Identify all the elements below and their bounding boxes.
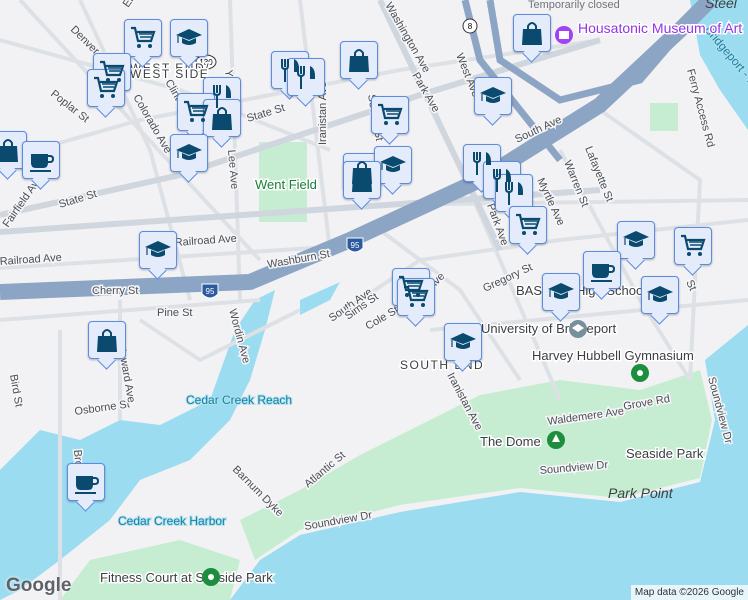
school-icon bbox=[145, 241, 171, 257]
svg-text:Elm St: Elm St bbox=[121, 0, 149, 10]
svg-text:State St: State St bbox=[245, 102, 286, 125]
school-label[interactable]: BASSICK High School bbox=[515, 282, 648, 300]
shopping-icon bbox=[212, 107, 232, 130]
restaurant-marker[interactable] bbox=[495, 174, 533, 212]
route-8-shield: 8 bbox=[462, 18, 478, 34]
grocery-marker[interactable] bbox=[674, 227, 712, 265]
went-field-label[interactable]: Went Field bbox=[254, 176, 319, 194]
school-icon bbox=[480, 87, 506, 103]
i95-shield: 95 bbox=[201, 283, 219, 299]
grocery-icon bbox=[131, 26, 156, 48]
school-icon bbox=[176, 29, 202, 45]
svg-text:8: 8 bbox=[468, 22, 473, 31]
svg-text:State St: State St bbox=[57, 188, 98, 211]
i95-shield: 95 bbox=[346, 237, 364, 253]
steel-label: Steel bbox=[705, 0, 738, 11]
svg-text:Pine St: Pine St bbox=[157, 307, 192, 319]
grocery-icon bbox=[378, 103, 403, 125]
shopping-marker[interactable] bbox=[88, 321, 126, 359]
grocery-icon bbox=[184, 100, 209, 122]
coffee-marker[interactable] bbox=[67, 463, 105, 501]
gym-icon[interactable] bbox=[631, 364, 649, 382]
seaside-park-label[interactable]: Seaside Park bbox=[625, 445, 706, 463]
svg-text:Railroad Ave: Railroad Ave bbox=[174, 233, 237, 249]
fitness-court-label[interactable]: Fitness Court at Seaside Park bbox=[99, 569, 275, 587]
tree-icon bbox=[547, 431, 565, 449]
restaurant-icon bbox=[505, 182, 523, 205]
svg-text:Poplar St: Poplar St bbox=[48, 88, 91, 125]
school-icon bbox=[380, 156, 406, 172]
svg-text:Barnum Dyke: Barnum Dyke bbox=[230, 464, 286, 520]
svg-text:95: 95 bbox=[351, 241, 360, 250]
coffee-marker[interactable] bbox=[583, 251, 621, 289]
svg-text:Cherry St: Cherry St bbox=[92, 285, 138, 297]
water-label: Cedar Creek Reach bbox=[186, 393, 292, 407]
shopping-marker[interactable] bbox=[513, 14, 551, 52]
water-label: Cedar Creek Harbor bbox=[118, 514, 226, 528]
svg-text:Ferry Access Rd: Ferry Access Rd bbox=[684, 68, 716, 149]
school-icon bbox=[450, 333, 476, 349]
svg-text:Lee Ave: Lee Ave bbox=[225, 149, 240, 189]
restaurant-marker[interactable] bbox=[287, 58, 325, 96]
grocery-marker[interactable] bbox=[371, 96, 409, 134]
museum-icon[interactable] bbox=[555, 26, 573, 44]
coffee-icon bbox=[30, 154, 55, 172]
svg-text:Bird St: Bird St bbox=[7, 373, 25, 408]
school-marker[interactable] bbox=[641, 276, 679, 314]
temporarily-closed-label: Temporarily closed bbox=[528, 0, 620, 11]
school-marker[interactable] bbox=[444, 323, 482, 361]
shopping-marker[interactable] bbox=[203, 99, 241, 137]
university-label[interactable]: University of Bridgeport bbox=[480, 320, 618, 338]
school-marker[interactable] bbox=[170, 19, 208, 57]
grocery-marker[interactable] bbox=[87, 69, 125, 107]
school-icon bbox=[176, 144, 202, 160]
school-marker[interactable] bbox=[542, 273, 580, 311]
map-attribution[interactable]: Map data ©2026 Google bbox=[630, 585, 748, 600]
university-icon[interactable] bbox=[569, 320, 587, 338]
svg-text:Osborne St: Osborne St bbox=[74, 398, 131, 418]
school-marker[interactable] bbox=[617, 221, 655, 259]
park-patch bbox=[650, 103, 678, 131]
grocery-icon bbox=[681, 234, 706, 256]
coffee-icon bbox=[591, 264, 616, 282]
coffee-marker[interactable] bbox=[22, 141, 60, 179]
school-marker[interactable] bbox=[170, 134, 208, 172]
grocery-marker[interactable] bbox=[509, 206, 547, 244]
museum-label[interactable]: Housatonic Museum of Art bbox=[577, 19, 744, 38]
school-icon bbox=[548, 283, 574, 299]
shopping-icon bbox=[522, 22, 542, 45]
gym-label[interactable]: Harvey Hubbell Gymnasium bbox=[531, 347, 696, 365]
grocery-icon bbox=[516, 213, 541, 235]
shopping-marker[interactable] bbox=[340, 41, 378, 79]
shopping-icon bbox=[352, 169, 372, 192]
coffee-icon bbox=[75, 476, 100, 494]
school-icon bbox=[623, 231, 649, 247]
park-point-label: Park Point bbox=[608, 485, 674, 501]
dome-label[interactable]: The Dome bbox=[479, 433, 543, 451]
grocery-marker[interactable] bbox=[124, 19, 162, 57]
svg-text:95: 95 bbox=[206, 287, 215, 296]
restaurant-icon bbox=[297, 66, 315, 89]
park-icon bbox=[202, 568, 220, 586]
school-marker[interactable] bbox=[139, 231, 177, 269]
grocery-icon bbox=[94, 76, 119, 98]
shopping-marker[interactable] bbox=[343, 161, 381, 199]
school-icon bbox=[647, 286, 673, 302]
shopping-icon bbox=[0, 139, 18, 162]
shopping-icon bbox=[97, 329, 117, 352]
shopping-icon bbox=[349, 49, 369, 72]
school-marker[interactable] bbox=[474, 77, 512, 115]
grocery-icon bbox=[404, 285, 429, 307]
google-logo: Google bbox=[6, 575, 72, 596]
grocery-marker[interactable] bbox=[397, 278, 435, 316]
school-marker[interactable] bbox=[374, 146, 412, 184]
